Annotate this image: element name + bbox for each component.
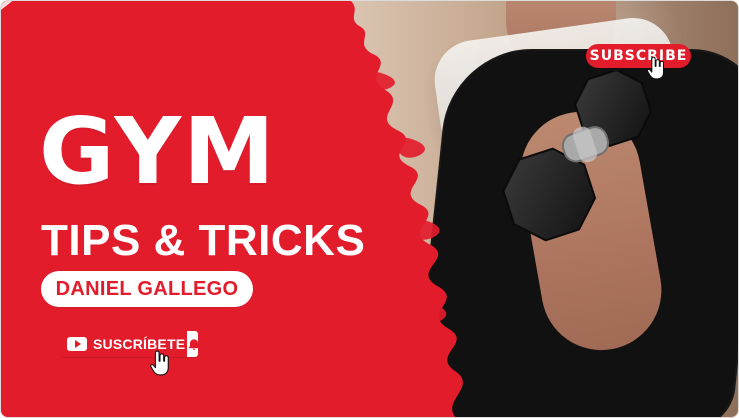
subscribe-button-en[interactable]: SUBSCRIBE bbox=[586, 44, 691, 68]
subscribe-label-es: SUSCRÍBETE bbox=[93, 336, 186, 352]
subscribe-label-en: SUBSCRIBE bbox=[589, 48, 688, 64]
bell-icon bbox=[188, 339, 198, 350]
thumbnail-title: GYM bbox=[39, 98, 277, 205]
youtube-icon bbox=[67, 337, 87, 351]
hand-cursor-icon bbox=[149, 349, 171, 377]
thumbnail-frame: GYM TIPS & TRICKS DANIEL GALLEGO SUSCRÍB… bbox=[0, 0, 739, 418]
notification-bell-button[interactable] bbox=[185, 331, 198, 357]
dumbbell-icon bbox=[502, 71, 653, 242]
hand-cursor-icon bbox=[646, 55, 666, 81]
subscribe-button-es[interactable]: SUSCRÍBETE bbox=[61, 331, 198, 357]
author-badge: DANIEL GALLEGO bbox=[41, 271, 253, 307]
thumbnail-subtitle: TIPS & TRICKS bbox=[41, 216, 366, 265]
author-name: DANIEL GALLEGO bbox=[55, 277, 239, 300]
dumbbell bbox=[486, 71, 676, 271]
